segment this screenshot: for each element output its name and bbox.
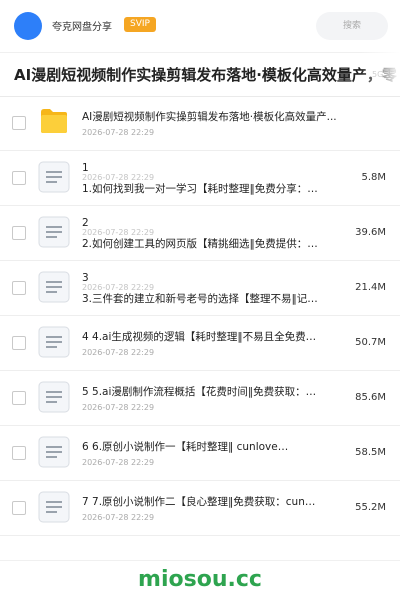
title-bar: AI漫剧短视频制作实操剪辑发布落地·模板化高效量产，零	[0, 52, 400, 97]
item-size: 5.8M	[361, 172, 386, 183]
list-item[interactable]: 4 4.ai生成视频的逻辑【耗时整理‖不易且全免费… 2026-07-28 22…	[0, 316, 400, 371]
document-icon	[38, 216, 70, 248]
item-date: 2026-07-28 22:29	[82, 128, 155, 137]
select-checkbox[interactable]	[12, 336, 26, 350]
select-checkbox[interactable]	[12, 501, 26, 515]
item-size: 39.6M	[355, 227, 386, 238]
list-item[interactable]: 6 6.原创小说制作一【耗时整理‖ cunlove… 2026-07-28 22…	[0, 426, 400, 481]
item-date: 2026-07-28 22:29	[82, 348, 155, 357]
select-checkbox[interactable]	[12, 226, 26, 240]
select-checkbox[interactable]	[12, 116, 26, 130]
page-title: AI漫剧短视频制作实操剪辑发布落地·模板化高效量产，零	[14, 66, 397, 84]
item-name: AI漫剧短视频制作实操剪辑发布落地·模板化高效量产...	[82, 111, 337, 123]
list-item[interactable]: 1 2026-07-28 22:29 1.如何找到我一对一学习【耗时整理‖免费分…	[0, 151, 400, 206]
select-checkbox[interactable]	[12, 446, 26, 460]
title-size-ghost: 5G	[372, 70, 384, 79]
item-name: 4 4.ai生成视频的逻辑【耗时整理‖不易且全免费…	[82, 331, 317, 343]
document-icon	[38, 326, 70, 358]
list-item[interactable]: 2 2026-07-28 22:29 2.如何创建工具的网页版【精挑细选‖免费提…	[0, 206, 400, 261]
search-input[interactable]: 搜索	[316, 12, 388, 40]
item-name: 1.如何找到我一对一学习【耗时整理‖免费分享：…	[82, 183, 318, 195]
list-item[interactable]: 3 2026-07-28 22:29 3.三件套的建立和新号老号的选择【整理不易…	[0, 261, 400, 316]
list-item[interactable]: AI漫剧短视频制作实操剪辑发布落地·模板化高效量产... 2026-07-28 …	[0, 96, 400, 151]
item-name: 7 7.原创小说制作二【良心整理‖免费获取：cun…	[82, 496, 316, 508]
item-size: 55.2M	[355, 502, 386, 513]
file-list: AI漫剧短视频制作实操剪辑发布落地·模板化高效量产... 2026-07-28 …	[0, 96, 400, 536]
folder-icon	[41, 109, 67, 133]
footer: miosou.cc	[0, 560, 400, 601]
avatar[interactable]	[14, 12, 42, 40]
select-checkbox[interactable]	[12, 281, 26, 295]
item-size: 50.7M	[355, 337, 386, 348]
document-icon	[38, 436, 70, 468]
top-bar: 夸克网盘分享 SVIP 搜索	[0, 0, 400, 53]
item-size: 21.4M	[355, 282, 386, 293]
svip-badge: SVIP	[124, 17, 156, 32]
document-icon	[38, 381, 70, 413]
item-name: 2.如何创建工具的网页版【精挑细选‖免费提供：…	[82, 238, 318, 250]
item-size: 58.5M	[355, 447, 386, 458]
select-checkbox[interactable]	[12, 391, 26, 405]
list-item[interactable]: 5 5.ai漫剧制作流程概括【花费时间‖免费获取：… 2026-07-28 22…	[0, 371, 400, 426]
item-date: 2026-07-28 22:29	[82, 458, 155, 467]
document-icon	[38, 491, 70, 523]
site-brand[interactable]: miosou.cc	[0, 567, 400, 592]
item-date: 2026-07-28 22:29	[82, 403, 155, 412]
document-icon	[38, 271, 70, 303]
item-name: 5 5.ai漫剧制作流程概括【花费时间‖免费获取：…	[82, 386, 317, 398]
item-name: 6 6.原创小说制作一【耗时整理‖ cunlove…	[82, 441, 289, 453]
item-name: 3.三件套的建立和新号老号的选择【整理不易‖记…	[82, 293, 318, 305]
document-icon	[38, 161, 70, 193]
list-item[interactable]: 7 7.原创小说制作二【良心整理‖免费获取：cun… 2026-07-28 22…	[0, 481, 400, 536]
item-size: 85.6M	[355, 392, 386, 403]
select-checkbox[interactable]	[12, 171, 26, 185]
item-date: 2026-07-28 22:29	[82, 513, 155, 522]
share-owner-name: 夸克网盘分享	[52, 22, 112, 33]
